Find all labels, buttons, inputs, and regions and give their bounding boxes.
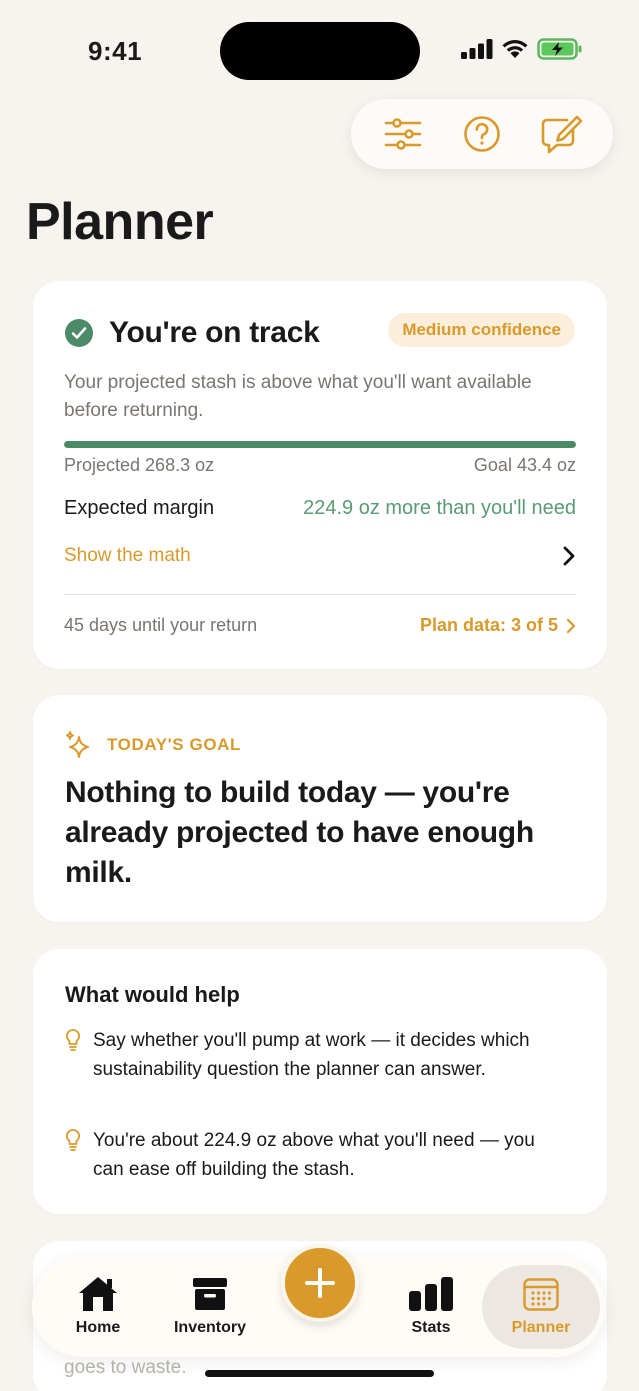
tab-inventory-label: Inventory xyxy=(173,1319,246,1336)
compose-icon xyxy=(542,115,583,154)
compose-button[interactable] xyxy=(536,109,586,159)
wifi-icon xyxy=(502,39,528,58)
page-title: Planner xyxy=(26,193,214,251)
divider xyxy=(64,594,576,595)
status-subtitle: Your projected stash is above what you'l… xyxy=(64,372,532,421)
peek-text: goes to waste. xyxy=(64,1357,187,1378)
sparkles-icon xyxy=(66,731,89,758)
show-math-link[interactable]: Show the math xyxy=(64,545,191,567)
margin-value: 224.9 oz more than you'll need xyxy=(303,497,576,519)
what-would-help-card: What would help Say whether you'll pump … xyxy=(33,949,607,1214)
plus-icon xyxy=(305,1268,335,1298)
days-until-return: 45 days until your return xyxy=(64,615,258,635)
goal-label: TODAY'S GOAL xyxy=(107,735,242,754)
status-time: 9:41 xyxy=(88,36,143,66)
show-math-row[interactable]: Show the math xyxy=(64,545,576,567)
archive-box-icon xyxy=(193,1278,227,1310)
calendar-icon xyxy=(523,1278,559,1311)
bar-chart-icon xyxy=(409,1277,453,1311)
help-title: What would help xyxy=(65,982,240,1007)
status-footer: 45 days until your return Plan data: 3 o… xyxy=(64,615,576,636)
goal-amount: Goal 43.4 oz xyxy=(473,455,576,475)
help-item-text: You're about 224.9 oz above what you'll … xyxy=(93,1130,535,1180)
tab-planner-label: Planner xyxy=(511,1319,571,1336)
stash-progress-bar xyxy=(64,441,576,448)
tab-stats[interactable]: Stats xyxy=(376,1275,486,1337)
projected-amount: Projected 268.3 oz xyxy=(64,455,215,475)
lightbulb-icon xyxy=(65,1126,93,1184)
cellular-signal-icon xyxy=(461,39,493,59)
status-title: You're on track xyxy=(109,316,320,349)
dynamic-island xyxy=(220,22,420,80)
tab-home[interactable]: Home xyxy=(43,1275,153,1337)
battery-charging-icon xyxy=(537,38,582,60)
chevron-right-icon xyxy=(563,546,575,566)
add-button[interactable] xyxy=(281,1244,359,1322)
plan-data-label: Plan data: 3 of 5 xyxy=(419,615,558,635)
help-item-text: Say whether you'll pump at work — it dec… xyxy=(93,1030,530,1080)
projection-row: Projected 268.3 oz Goal 43.4 oz xyxy=(64,455,576,476)
margin-row: Expected margin 224.9 oz more than you'l… xyxy=(64,497,576,520)
plan-data-link[interactable]: Plan data: 3 of 5 xyxy=(420,615,576,636)
todays-goal-card: TODAY'S GOAL Nothing to build today — yo… xyxy=(33,695,607,922)
help-item: You're about 224.9 oz above what you'll … xyxy=(65,1126,565,1184)
home-indicator[interactable] xyxy=(205,1370,434,1377)
help-item: Say whether you'll pump at work — it dec… xyxy=(65,1026,565,1084)
question-circle-icon xyxy=(464,116,500,152)
filters-button[interactable] xyxy=(378,109,428,159)
status-header: You're on track Medium confidence xyxy=(65,313,575,353)
status-icons xyxy=(461,38,583,60)
margin-label: Expected margin xyxy=(64,497,215,519)
tab-inventory[interactable]: Inventory xyxy=(155,1275,265,1337)
home-icon xyxy=(79,1277,117,1311)
goal-label-row: TODAY'S GOAL xyxy=(65,730,241,760)
confidence-badge: Medium confidence xyxy=(388,313,575,347)
goal-text: Nothing to build today — you're already … xyxy=(65,776,534,889)
tab-planner[interactable]: Planner xyxy=(486,1275,596,1337)
tab-home-label: Home xyxy=(75,1319,121,1336)
lightbulb-icon xyxy=(65,1026,93,1084)
stash-progress-fill xyxy=(64,441,576,448)
chevron-right-icon xyxy=(566,618,576,633)
sliders-icon xyxy=(384,118,421,150)
top-toolbar xyxy=(351,99,613,169)
status-bar: 9:41 xyxy=(0,0,639,100)
help-button[interactable] xyxy=(457,109,507,159)
check-circle-icon xyxy=(65,319,93,347)
tab-stats-label: Stats xyxy=(411,1319,451,1336)
on-track-card: You're on track Medium confidence Your p… xyxy=(33,281,607,669)
